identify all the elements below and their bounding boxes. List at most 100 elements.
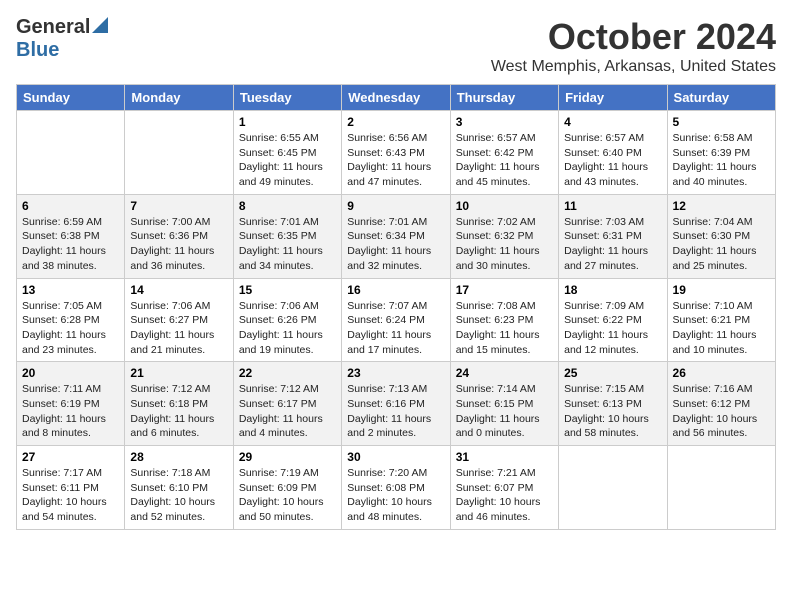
calendar-header-friday: Friday <box>559 85 667 111</box>
day-info: Sunrise: 7:06 AMSunset: 6:26 PMDaylight:… <box>239 299 336 358</box>
calendar-cell: 28 Sunrise: 7:18 AMSunset: 6:10 PMDayligh… <box>125 446 233 530</box>
day-info: Sunrise: 6:58 AMSunset: 6:39 PMDaylight:… <box>673 131 770 190</box>
day-info: Sunrise: 7:15 AMSunset: 6:13 PMDaylight:… <box>564 382 661 441</box>
day-info: Sunrise: 6:55 AMSunset: 6:45 PMDaylight:… <box>239 131 336 190</box>
day-number: 10 <box>456 199 553 213</box>
calendar-cell: 8 Sunrise: 7:01 AMSunset: 6:35 PMDaylight… <box>233 194 341 278</box>
day-number: 23 <box>347 366 444 380</box>
day-info: Sunrise: 7:18 AMSunset: 6:10 PMDaylight:… <box>130 466 227 525</box>
day-info: Sunrise: 7:01 AMSunset: 6:35 PMDaylight:… <box>239 215 336 274</box>
day-number: 29 <box>239 450 336 464</box>
day-info: Sunrise: 7:11 AMSunset: 6:19 PMDaylight:… <box>22 382 119 441</box>
calendar-cell: 31 Sunrise: 7:21 AMSunset: 6:07 PMDayligh… <box>450 446 558 530</box>
location: West Memphis, Arkansas, United States <box>491 58 776 76</box>
day-info: Sunrise: 7:09 AMSunset: 6:22 PMDaylight:… <box>564 299 661 358</box>
logo-blue: Blue <box>16 39 59 61</box>
day-info: Sunrise: 7:17 AMSunset: 6:11 PMDaylight:… <box>22 466 119 525</box>
calendar-cell: 13 Sunrise: 7:05 AMSunset: 6:28 PMDayligh… <box>17 278 125 362</box>
calendar-week-row: 6Sunrise: 6:59 AMSunset: 6:38 PMDaylight… <box>17 194 776 278</box>
day-number: 6 <box>22 199 119 213</box>
calendar-table: SundayMondayTuesdayWednesdayThursdayFrid… <box>16 84 776 530</box>
calendar-header-monday: Monday <box>125 85 233 111</box>
day-number: 27 <box>22 450 119 464</box>
calendar-cell: 16 Sunrise: 7:07 AMSunset: 6:24 PMDayligh… <box>342 278 450 362</box>
calendar-cell: 23Sunrise: 7:13 AMSunset: 6:16 PMDayligh… <box>342 362 450 446</box>
logo-arrow <box>92 17 108 38</box>
day-info: Sunrise: 7:20 AMSunset: 6:08 PMDaylight:… <box>347 466 444 525</box>
day-number: 14 <box>130 283 227 297</box>
day-number: 8 <box>239 199 336 213</box>
calendar-header-row: SundayMondayTuesdayWednesdayThursdayFrid… <box>17 85 776 111</box>
day-info: Sunrise: 7:14 AMSunset: 6:15 PMDaylight:… <box>456 382 553 441</box>
day-number: 2 <box>347 115 444 129</box>
calendar-header-wednesday: Wednesday <box>342 85 450 111</box>
calendar-cell <box>125 111 233 195</box>
calendar-cell <box>559 446 667 530</box>
day-info: Sunrise: 7:06 AMSunset: 6:27 PMDaylight:… <box>130 299 227 358</box>
day-number: 1 <box>239 115 336 129</box>
day-info: Sunrise: 7:05 AMSunset: 6:28 PMDaylight:… <box>22 299 119 358</box>
calendar-cell: 1 Sunrise: 6:55 AMSunset: 6:45 PMDaylight… <box>233 111 341 195</box>
calendar-cell: 17 Sunrise: 7:08 AMSunset: 6:23 PMDayligh… <box>450 278 558 362</box>
calendar-cell: 5 Sunrise: 6:58 AMSunset: 6:39 PMDaylight… <box>667 111 775 195</box>
day-number: 24 <box>456 366 553 380</box>
day-info: Sunrise: 7:07 AMSunset: 6:24 PMDaylight:… <box>347 299 444 358</box>
day-number: 12 <box>673 199 770 213</box>
calendar-cell: 3 Sunrise: 6:57 AMSunset: 6:42 PMDaylight… <box>450 111 558 195</box>
calendar-cell: 12 Sunrise: 7:04 AMSunset: 6:30 PMDayligh… <box>667 194 775 278</box>
title-block: October 2024 West Memphis, Arkansas, Uni… <box>491 16 776 76</box>
logo: General Blue <box>16 16 108 62</box>
calendar-week-row: 27 Sunrise: 7:17 AMSunset: 6:11 PMDayligh… <box>17 446 776 530</box>
day-number: 28 <box>130 450 227 464</box>
day-number: 11 <box>564 199 661 213</box>
day-number: 25 <box>564 366 661 380</box>
day-info: Sunrise: 7:08 AMSunset: 6:23 PMDaylight:… <box>456 299 553 358</box>
day-number: 16 <box>347 283 444 297</box>
day-number: 3 <box>456 115 553 129</box>
day-number: 17 <box>456 283 553 297</box>
day-info: Sunrise: 7:19 AMSunset: 6:09 PMDaylight:… <box>239 466 336 525</box>
day-number: 22 <box>239 366 336 380</box>
day-number: 18 <box>564 283 661 297</box>
calendar-cell: 21 Sunrise: 7:12 AMSunset: 6:18 PMDayligh… <box>125 362 233 446</box>
day-number: 21 <box>130 366 227 380</box>
day-info: Sunrise: 7:12 AMSunset: 6:17 PMDaylight:… <box>239 382 336 441</box>
calendar-header-saturday: Saturday <box>667 85 775 111</box>
month-title: October 2024 <box>491 16 776 58</box>
day-number: 31 <box>456 450 553 464</box>
day-info: Sunrise: 7:04 AMSunset: 6:30 PMDaylight:… <box>673 215 770 274</box>
calendar-cell: 9Sunrise: 7:01 AMSunset: 6:34 PMDaylight… <box>342 194 450 278</box>
calendar-cell: 29 Sunrise: 7:19 AMSunset: 6:09 PMDayligh… <box>233 446 341 530</box>
calendar-cell: 10Sunrise: 7:02 AMSunset: 6:32 PMDayligh… <box>450 194 558 278</box>
day-info: Sunrise: 6:56 AMSunset: 6:43 PMDaylight:… <box>347 131 444 190</box>
day-number: 13 <box>22 283 119 297</box>
calendar-header-thursday: Thursday <box>450 85 558 111</box>
calendar-week-row: 13 Sunrise: 7:05 AMSunset: 6:28 PMDayligh… <box>17 278 776 362</box>
calendar-cell: 19 Sunrise: 7:10 AMSunset: 6:21 PMDayligh… <box>667 278 775 362</box>
calendar-cell: 4 Sunrise: 6:57 AMSunset: 6:40 PMDaylight… <box>559 111 667 195</box>
calendar-header-sunday: Sunday <box>17 85 125 111</box>
day-info: Sunrise: 7:16 AMSunset: 6:12 PMDaylight:… <box>673 382 770 441</box>
calendar-week-row: 20 Sunrise: 7:11 AMSunset: 6:19 PMDayligh… <box>17 362 776 446</box>
day-number: 7 <box>130 199 227 213</box>
day-info: Sunrise: 7:21 AMSunset: 6:07 PMDaylight:… <box>456 466 553 525</box>
calendar-cell: 7Sunrise: 7:00 AMSunset: 6:36 PMDaylight… <box>125 194 233 278</box>
day-info: Sunrise: 7:01 AMSunset: 6:34 PMDaylight:… <box>347 215 444 274</box>
day-number: 5 <box>673 115 770 129</box>
day-info: Sunrise: 6:57 AMSunset: 6:40 PMDaylight:… <box>564 131 661 190</box>
day-info: Sunrise: 7:12 AMSunset: 6:18 PMDaylight:… <box>130 382 227 441</box>
calendar-cell: 26Sunrise: 7:16 AMSunset: 6:12 PMDayligh… <box>667 362 775 446</box>
day-number: 4 <box>564 115 661 129</box>
day-info: Sunrise: 7:10 AMSunset: 6:21 PMDaylight:… <box>673 299 770 358</box>
day-number: 20 <box>22 366 119 380</box>
day-info: Sunrise: 6:57 AMSunset: 6:42 PMDaylight:… <box>456 131 553 190</box>
calendar-header-tuesday: Tuesday <box>233 85 341 111</box>
calendar-cell: 11Sunrise: 7:03 AMSunset: 6:31 PMDayligh… <box>559 194 667 278</box>
calendar-cell <box>667 446 775 530</box>
calendar-cell: 15Sunrise: 7:06 AMSunset: 6:26 PMDayligh… <box>233 278 341 362</box>
calendar-cell <box>17 111 125 195</box>
day-number: 19 <box>673 283 770 297</box>
calendar-cell: 18 Sunrise: 7:09 AMSunset: 6:22 PMDayligh… <box>559 278 667 362</box>
calendar-cell: 14 Sunrise: 7:06 AMSunset: 6:27 PMDayligh… <box>125 278 233 362</box>
calendar-cell: 22 Sunrise: 7:12 AMSunset: 6:17 PMDayligh… <box>233 362 341 446</box>
